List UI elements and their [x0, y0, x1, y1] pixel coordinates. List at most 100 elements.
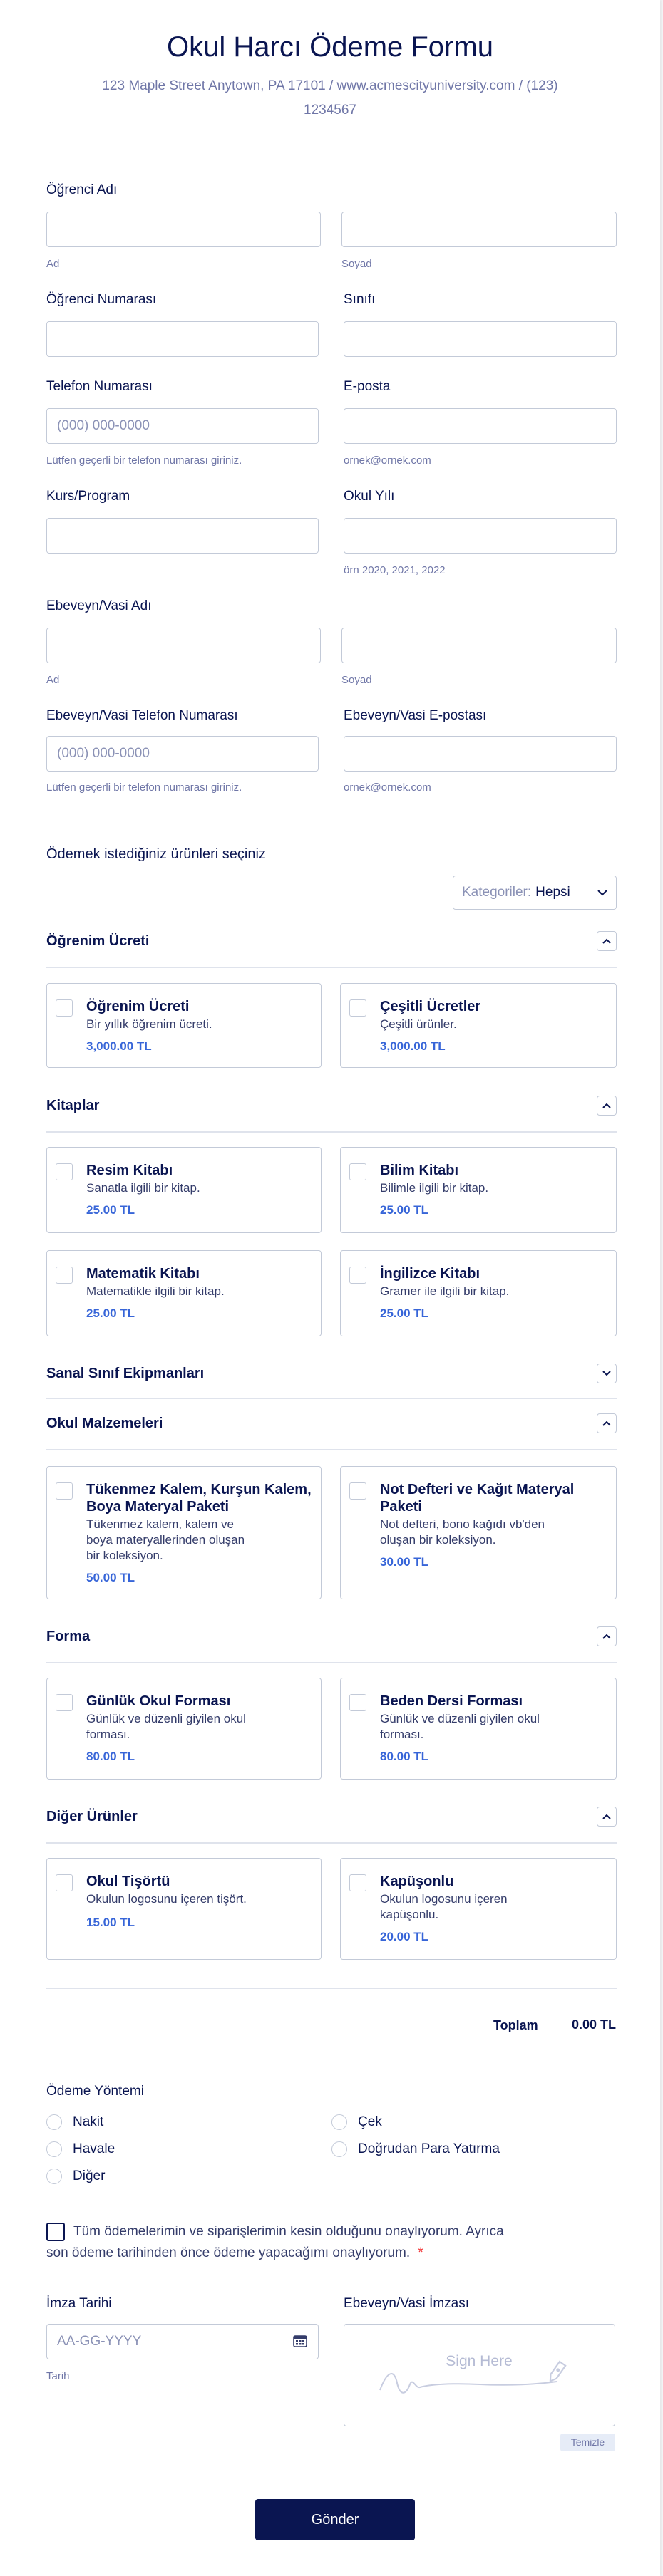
course-input[interactable]: [46, 518, 319, 554]
parent-email-label: Ebeveyn/Vasi E-postası: [344, 708, 487, 723]
product-card-tshirt[interactable]: Okul Tişörtü Okulun logosunu içeren tişö…: [46, 1858, 322, 1960]
parent-first-name-input[interactable]: [46, 628, 321, 663]
chevron-up-icon: [602, 1814, 611, 1819]
product-card-art-book[interactable]: Resim Kitabı Sanatla ilgili bir kitap. 2…: [46, 1147, 322, 1233]
confirm-text-line-1: Tüm ödemelerimin ve siparişlerimin kesin…: [73, 2224, 504, 2239]
product-card-notebook-pack[interactable]: Not Defteri ve Kağıt Materyal Paketi Not…: [340, 1466, 617, 1599]
product-name: Çeşitli Ücretler: [380, 999, 481, 1014]
product-name: Tükenmez Kalem, Kurşun Kalem, Boya Mater…: [86, 1481, 312, 1515]
product-checkbox[interactable]: [56, 999, 73, 1017]
section-books-collapse-toggle[interactable]: [597, 1096, 617, 1116]
product-checkbox[interactable]: [56, 1267, 73, 1284]
product-card-english-book[interactable]: İngilizce Kitabı Gramer ile ilgili bir k…: [340, 1250, 617, 1336]
product-desc-line-2: forması.: [86, 1728, 130, 1741]
parent-phone-input[interactable]: (000) 000-0000: [46, 736, 319, 772]
student-number-input[interactable]: [46, 321, 319, 357]
product-name-line-2: Paketi: [380, 1499, 422, 1515]
product-card-daily-uniform[interactable]: Günlük Okul Forması Günlük ve düzenli gi…: [46, 1678, 322, 1780]
school-year-input[interactable]: [344, 518, 617, 554]
payment-radio-transfer[interactable]: [46, 2141, 62, 2157]
product-desc-line-3: bir koleksiyon.: [86, 1549, 163, 1562]
student-last-name-input[interactable]: [341, 212, 617, 247]
chevron-down-icon: [602, 1371, 611, 1376]
product-card-tuition[interactable]: Öğrenim Ücreti Bir yıllık öğrenim ücreti…: [46, 983, 322, 1068]
payment-radio-check[interactable]: [332, 2114, 347, 2130]
product-checkbox[interactable]: [349, 1267, 366, 1284]
section-other-collapse-toggle[interactable]: [597, 1807, 617, 1827]
product-card-hoodie[interactable]: Kapüşonlu Okulun logosunu içeren kapüşon…: [340, 1858, 617, 1960]
category-filter-select[interactable]: Kategoriler: Hepsi: [453, 876, 617, 910]
payment-radio-direct-deposit[interactable]: [332, 2141, 347, 2157]
student-first-name-input[interactable]: [46, 212, 321, 247]
phone-label: Telefon Numarası: [46, 379, 153, 394]
product-desc-line-2: kapüşonlu.: [380, 1908, 439, 1921]
calendar-icon[interactable]: [293, 2334, 307, 2347]
product-checkbox[interactable]: [349, 1163, 366, 1180]
total-value: 0.00 TL: [572, 2017, 617, 2032]
email-label: E-posta: [344, 379, 391, 394]
product-price: 25.00 TL: [380, 1203, 429, 1217]
signature-pad[interactable]: Sign Here: [344, 2324, 615, 2426]
section-uniform-collapse-toggle[interactable]: [597, 1626, 617, 1646]
product-name: Beden Dersi Forması: [380, 1693, 523, 1709]
confirm-checkbox[interactable]: [46, 2223, 65, 2241]
chevron-down-icon: [597, 889, 607, 896]
product-desc-line-1: Günlük ve düzenli giyilen okul: [380, 1712, 540, 1725]
product-checkbox[interactable]: [56, 1874, 73, 1891]
submit-button[interactable]: Gönder: [255, 2499, 415, 2540]
email-input[interactable]: [344, 408, 617, 444]
product-checkbox[interactable]: [349, 999, 366, 1017]
section-supplies-collapse-toggle[interactable]: [597, 1413, 617, 1433]
section-divider: [46, 1662, 617, 1663]
parent-last-name-input[interactable]: [341, 628, 617, 663]
product-name-line-1: Not Defteri ve Kağıt Materyal: [380, 1482, 575, 1497]
payment-radio-other[interactable]: [46, 2169, 62, 2184]
section-tuition-collapse-toggle[interactable]: [597, 931, 617, 951]
total-divider: [46, 1988, 617, 1989]
product-checkbox[interactable]: [56, 1482, 73, 1500]
section-virtual-expand-toggle[interactable]: [597, 1364, 617, 1383]
product-price: 15.00 TL: [86, 1916, 135, 1929]
section-books-title: Kitaplar: [46, 1098, 100, 1113]
section-divider: [46, 967, 617, 968]
product-checkbox[interactable]: [349, 1482, 366, 1500]
clear-signature-button[interactable]: Temizle: [560, 2434, 615, 2451]
product-card-pen-pack[interactable]: Tükenmez Kalem, Kurşun Kalem, Boya Mater…: [46, 1466, 322, 1599]
product-checkbox[interactable]: [56, 1163, 73, 1180]
filter-prefix: Kategoriler:: [462, 885, 532, 900]
payment-radio-cash[interactable]: [46, 2114, 62, 2130]
product-card-science-book[interactable]: Bilim Kitabı Bilimle ilgili bir kitap. 2…: [340, 1147, 617, 1233]
product-checkbox[interactable]: [349, 1694, 366, 1711]
product-desc: Tükenmez kalem, kalem ve boya materyalle…: [86, 1517, 245, 1564]
section-divider: [46, 1131, 617, 1133]
signature-date-input[interactable]: AA-GG-YYYY: [46, 2324, 319, 2359]
product-name: Öğrenim Ücreti: [86, 999, 190, 1014]
product-card-pe-uniform[interactable]: Beden Dersi Forması Günlük ve düzenli gi…: [340, 1678, 617, 1780]
product-price: 30.00 TL: [380, 1555, 429, 1569]
product-name: Günlük Okul Forması: [86, 1693, 231, 1709]
phone-input[interactable]: (000) 000-0000: [46, 408, 319, 444]
course-label: Kurs/Program: [46, 489, 130, 504]
parent-email-input[interactable]: [344, 736, 617, 772]
product-checkbox[interactable]: [56, 1694, 73, 1711]
product-price: 25.00 TL: [86, 1203, 135, 1217]
product-desc: Okulun logosunu içeren tişört.: [86, 1892, 247, 1906]
product-price: 80.00 TL: [380, 1750, 429, 1763]
parent-email-help: ornek@ornek.com: [344, 781, 431, 794]
payment-option-check: Çek: [358, 2114, 382, 2129]
product-checkbox[interactable]: [349, 1874, 366, 1891]
product-card-math-book[interactable]: Matematik Kitabı Matematikle ilgili bir …: [46, 1250, 322, 1336]
payment-option-other: Diğer: [73, 2169, 106, 2183]
product-desc-line-1: Okulun logosunu içeren: [380, 1892, 508, 1906]
last-name-sublabel: Soyad: [341, 258, 372, 270]
class-input[interactable]: [344, 321, 617, 357]
confirm-text-line-2: son ödeme tarihinden önce ödeme yapacağı…: [46, 2243, 423, 2264]
email-help: ornek@ornek.com: [344, 455, 431, 467]
phone-help: Lütfen geçerli bir telefon numarası giri…: [46, 455, 242, 467]
product-desc: Gramer ile ilgili bir kitap.: [380, 1284, 510, 1298]
parent-first-sublabel: Ad: [46, 674, 60, 686]
product-card-misc-fees[interactable]: Çeşitli Ücretler Çeşitli ürünler. 3,000.…: [340, 983, 617, 1068]
payment-option-transfer: Havale: [73, 2141, 115, 2156]
chevron-up-icon: [602, 1103, 611, 1108]
product-desc: Sanatla ilgili bir kitap.: [86, 1181, 200, 1195]
